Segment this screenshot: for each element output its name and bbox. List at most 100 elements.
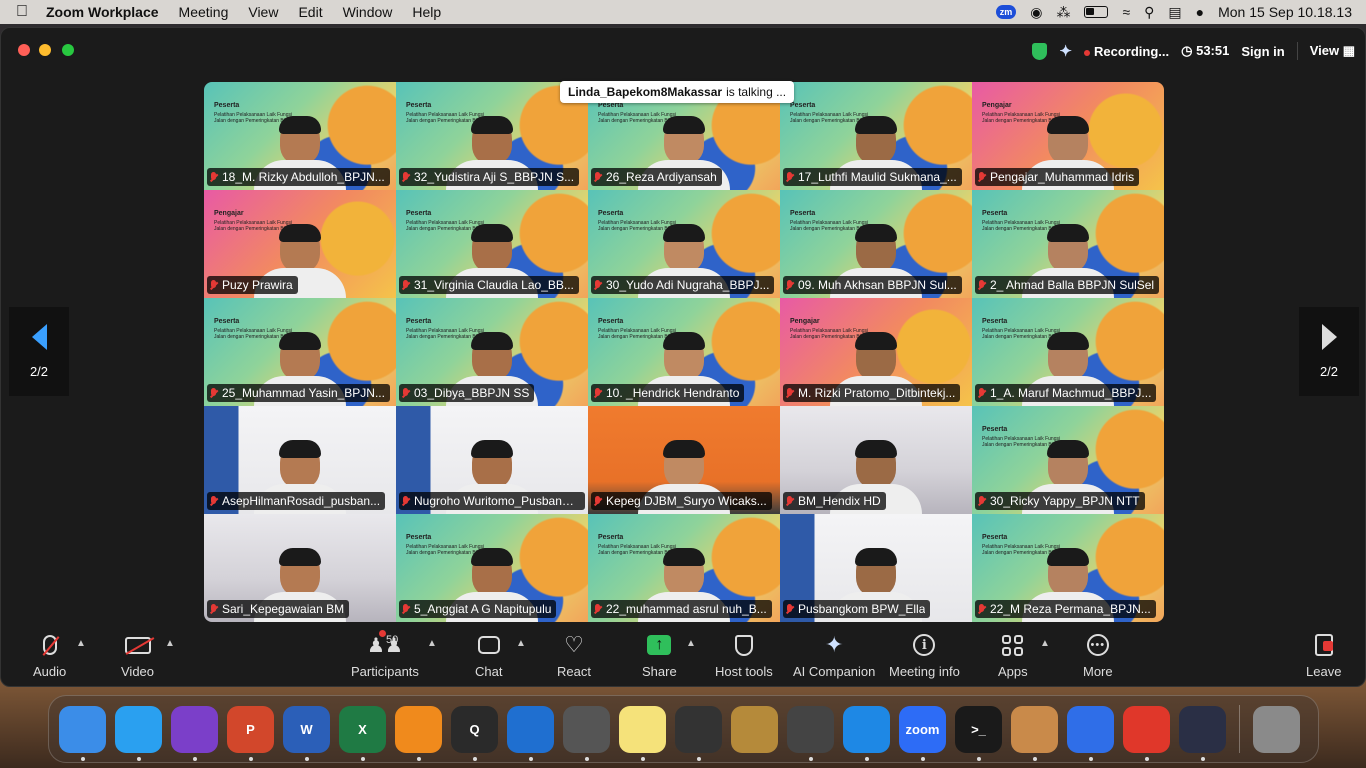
calculator-icon[interactable] (563, 705, 610, 761)
video-button[interactable]: Video (121, 632, 154, 679)
participant-name: 22_M Reza Permana_BPJN... (990, 602, 1151, 616)
participant-video-tile[interactable]: Peserta Pelatihan Pelaksanaan Laik Fungsi… (588, 514, 780, 622)
share-button[interactable]: ↑ Share (642, 632, 677, 679)
react-button[interactable]: ♡ React (557, 632, 591, 679)
participant-video-tile[interactable]: Peserta Pelatihan Pelaksanaan Laik Fungsi… (972, 514, 1164, 622)
recording-indicator[interactable]: Recording... (1084, 44, 1169, 59)
trash-icon[interactable] (1253, 705, 1300, 753)
muted-mic-icon (786, 171, 794, 183)
bluetooth-icon[interactable]: ⁂ (1056, 4, 1070, 21)
participant-video-tile[interactable]: Peserta Pelatihan Pelaksanaan Laik Fungsi… (588, 190, 780, 298)
powerpoint-icon[interactable]: P (227, 705, 274, 761)
participants-button[interactable]: ♟♟ 50 Participants (351, 630, 419, 679)
host-tools-button[interactable]: Host tools (715, 632, 773, 679)
archive-utility-icon[interactable] (731, 705, 778, 753)
chat-options-chevron-icon[interactable]: ▲ (516, 638, 526, 649)
zoom-status-icon[interactable]: zm (995, 5, 1017, 19)
muted-mic-icon (594, 279, 602, 291)
search-icon[interactable]: ⚲ (1144, 4, 1154, 21)
safari-icon[interactable] (115, 705, 162, 761)
audio-options-chevron-icon[interactable]: ▲ (76, 638, 86, 649)
photo-booth-icon[interactable] (675, 705, 722, 761)
firefox-icon[interactable] (171, 705, 218, 761)
menu-view[interactable]: View (238, 4, 288, 20)
participant-video-tile[interactable]: Peserta Pelatihan Pelaksanaan Laik Fungsi… (780, 82, 972, 190)
word-icon[interactable]: W (283, 705, 330, 761)
participant-video-tile[interactable]: Pengajar Pelatihan Pelaksanaan Laik Fungs… (204, 190, 396, 298)
participants-options-chevron-icon[interactable]: ▲ (427, 638, 437, 649)
sign-in-button[interactable]: Sign in (1241, 44, 1284, 59)
ai-sparkle-icon[interactable]: ✦ (1059, 42, 1072, 60)
menu-edit[interactable]: Edit (288, 4, 332, 20)
vscode-icon[interactable] (843, 705, 890, 761)
participant-video-tile[interactable]: Peserta Pelatihan Pelaksanaan Laik Fungsi… (972, 190, 1164, 298)
vlc-icon[interactable] (395, 705, 442, 761)
siri-icon[interactable]: ● (1196, 4, 1204, 20)
fullscreen-window-button[interactable] (62, 44, 74, 56)
pdf-reader-icon[interactable] (1123, 705, 1170, 761)
audio-button[interactable]: Audio (33, 632, 66, 679)
menu-app-name[interactable]: Zoom Workplace (44, 4, 169, 20)
participant-video-tile[interactable]: Peserta Pelatihan Pelaksanaan Laik Fungsi… (780, 190, 972, 298)
participant-video-tile[interactable]: Peserta Pelatihan Pelaksanaan Laik Fungsi… (396, 190, 588, 298)
close-window-button[interactable] (18, 44, 30, 56)
participant-video-tile[interactable]: Kepeg DJBM_Suryo Wicaks... (588, 406, 780, 514)
quicktime-icon[interactable]: Q (451, 705, 498, 761)
participant-video-tile[interactable]: Peserta Pelatihan Pelaksanaan Laik Fungsi… (972, 406, 1164, 514)
more-button[interactable]: ••• More (1083, 632, 1113, 679)
participant-video-tile[interactable]: BM_Hendix HD (780, 406, 972, 514)
participant-video-tile[interactable]: Peserta Pelatihan Pelaksanaan Laik Fungsi… (396, 514, 588, 622)
encryption-shield-icon[interactable] (1032, 42, 1048, 60)
meeting-info-button[interactable]: i Meeting info (889, 632, 960, 679)
menu-meeting[interactable]: Meeting (169, 4, 239, 20)
share-options-chevron-icon[interactable]: ▲ (686, 638, 696, 649)
menubar-clock[interactable]: Mon 15 Sep 10.18.13 (1218, 4, 1352, 20)
view-button[interactable]: View ▦ (1310, 43, 1355, 59)
participant-video-tile[interactable]: Sari_Kepegawaian BM (204, 514, 396, 622)
participant-video-tile[interactable]: Pengajar Pelatihan Pelaksanaan Laik Fungs… (972, 82, 1164, 190)
wifi-icon[interactable]: ≈ (1122, 4, 1130, 20)
video-options-chevron-icon[interactable]: ▲ (165, 638, 175, 649)
participant-video-tile[interactable]: AsepHilmanRosadi_pusban... (204, 406, 396, 514)
zoom-icon[interactable]: zoom (899, 705, 946, 761)
apps-label: Apps (998, 664, 1028, 679)
finder-icon[interactable] (59, 705, 106, 761)
participant-video-tile[interactable]: Pusbangkom BPW_Ella (780, 514, 972, 622)
leave-button[interactable]: Leave (1306, 632, 1341, 679)
next-page-button[interactable]: 2/2 (1299, 307, 1359, 396)
network-utility-icon[interactable] (787, 705, 834, 761)
running-indicator-dot (136, 756, 141, 761)
virtual-background-heading: Peserta (790, 102, 816, 109)
participant-video-tile[interactable]: Peserta Pelatihan Pelaksanaan Laik Fungsi… (588, 298, 780, 406)
excel-icon[interactable]: X (339, 705, 386, 761)
participant-video-tile[interactable]: Peserta Pelatihan Pelaksanaan Laik Fungsi… (972, 298, 1164, 406)
roblox-icon[interactable] (1067, 705, 1114, 761)
ai-companion-button[interactable]: ✦ AI Companion (793, 632, 875, 679)
terminal-icon[interactable]: >_ (955, 705, 1002, 761)
participant-video-tile[interactable]: Pengajar Pelatihan Pelaksanaan Laik Fungs… (780, 298, 972, 406)
apps-button[interactable]: Apps (998, 632, 1028, 679)
obs-icon[interactable] (1179, 705, 1226, 761)
participant-video-tile[interactable]: Nugroho Wuritomo_Pusbangk... (396, 406, 588, 514)
leave-label: Leave (1306, 664, 1342, 679)
location-icon[interactable]: ◉ (1030, 4, 1042, 21)
stickies-icon[interactable] (619, 705, 666, 761)
previous-page-button[interactable]: 2/2 (9, 307, 69, 396)
participant-name: Kepeg DJBM_Suryo Wicaks... (606, 494, 767, 508)
control-center-icon[interactable]: ▤ (1168, 4, 1181, 21)
wave-app-icon[interactable] (507, 705, 554, 761)
participant-video-tile[interactable]: Peserta Pelatihan Pelaksanaan Laik Fungsi… (204, 82, 396, 190)
participant-video-tile[interactable]: Peserta Pelatihan Pelaksanaan Laik Fungsi… (204, 298, 396, 406)
apps-options-chevron-icon[interactable]: ▲ (1040, 638, 1050, 649)
color-palette-icon[interactable] (1011, 705, 1058, 761)
menu-help[interactable]: Help (402, 4, 451, 20)
participant-video-tile[interactable]: Peserta Pelatihan Pelaksanaan Laik Fungsi… (396, 298, 588, 406)
chat-label: Chat (475, 664, 503, 679)
battery-icon[interactable] (1084, 6, 1109, 18)
menu-window[interactable]: Window (333, 4, 403, 20)
chat-button[interactable]: Chat (475, 632, 502, 679)
muted-mic-icon (210, 279, 218, 291)
apple-menu-icon[interactable]:  (0, 3, 44, 21)
minimize-window-button[interactable] (39, 44, 51, 56)
participant-name: 22_muhammad asrul nuh_B... (606, 602, 767, 616)
